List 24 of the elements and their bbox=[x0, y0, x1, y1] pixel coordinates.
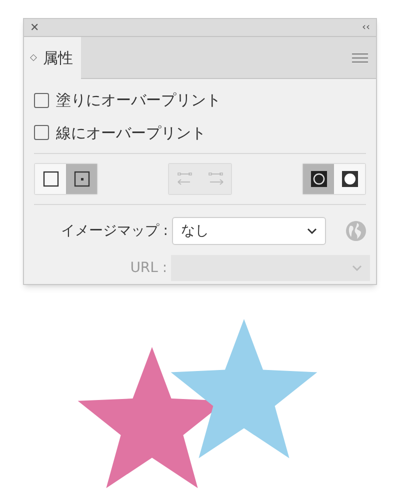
sort-icon: ◇ bbox=[30, 52, 37, 66]
image-map-dropdown[interactable]: なし bbox=[172, 217, 326, 245]
chevron-icon bbox=[352, 265, 362, 271]
toggle-button[interactable] bbox=[66, 164, 97, 194]
toggle-button[interactable] bbox=[303, 164, 334, 194]
tab-label: 属性 bbox=[42, 48, 73, 70]
right-arrow-icon bbox=[206, 170, 224, 188]
ring-icon bbox=[310, 170, 328, 188]
toggle-button[interactable] bbox=[35, 164, 66, 194]
checkbox-label: 線にオーバープリント bbox=[56, 122, 206, 144]
toggle-button[interactable] bbox=[334, 164, 365, 194]
dotted-square-icon bbox=[72, 170, 90, 188]
checkbox[interactable] bbox=[34, 92, 49, 108]
chevron-icon bbox=[307, 228, 317, 234]
checkbox[interactable] bbox=[34, 125, 49, 140]
left-arrow-icon bbox=[176, 170, 194, 188]
checkbox-label: 塗りにオーバープリント bbox=[56, 90, 221, 111]
close-button[interactable]: ✕ bbox=[30, 22, 40, 33]
menu-icon[interactable] bbox=[352, 52, 368, 62]
url-label: URL : bbox=[129, 258, 168, 278]
square-icon bbox=[42, 170, 60, 188]
image-map-label: イメージマップ : bbox=[60, 222, 168, 240]
collapse-button[interactable]: ‹‹ bbox=[362, 22, 370, 32]
panel-tab[interactable]: ◇ 属性 bbox=[24, 37, 81, 80]
